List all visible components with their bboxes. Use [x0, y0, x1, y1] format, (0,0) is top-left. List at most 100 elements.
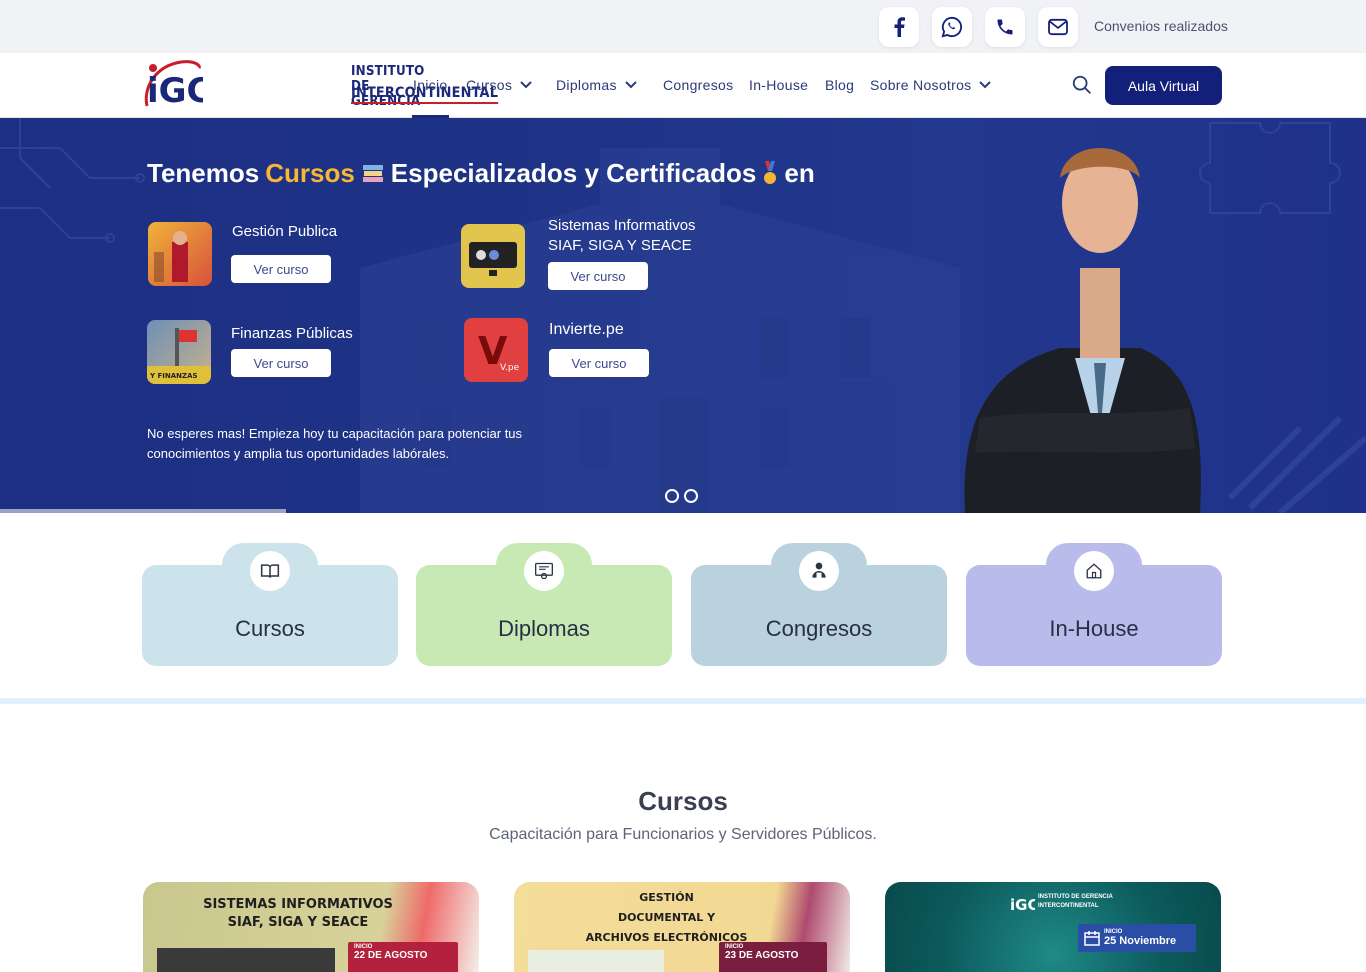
aula-virtual-button[interactable]: Aula Virtual	[1105, 66, 1222, 105]
hero-title-part2: Especializados y Certificados	[390, 158, 757, 188]
ver-curso-button[interactable]: Ver curso	[548, 262, 648, 290]
finanzas-image: Y FINANZAS	[147, 328, 211, 384]
nav-diplomas[interactable]: Diplomas	[556, 77, 637, 93]
slider-progress-bar	[0, 509, 286, 513]
start-date-badge: INICIO 23 DE AGOSTO	[719, 942, 827, 972]
section-title: Cursos	[638, 786, 728, 816]
category-label: Cursos	[235, 616, 305, 641]
card-title: GESTIÓN DOCUMENTAL Y ARCHIVOS ELECTRÓNIC…	[514, 888, 819, 948]
certificate-icon	[535, 562, 553, 580]
whatsapp-icon	[941, 16, 963, 38]
nav-label: In-House	[749, 77, 809, 93]
course-thumb-gestion[interactable]	[148, 222, 212, 286]
businessman-image	[964, 148, 1201, 513]
course-thumb-finanzas[interactable]: Y FINANZAS	[147, 320, 211, 384]
course-name-line2: SIAF, SIGA Y SEACE	[548, 237, 692, 254]
chevron-down-icon	[979, 81, 992, 89]
thumb-label: Y FINANZAS	[149, 372, 198, 380]
invierte-image: VV.pe	[478, 329, 520, 373]
ver-curso-button[interactable]: Ver curso	[231, 349, 331, 377]
start-date-badge: INICIO 25 Noviembre	[1078, 924, 1196, 952]
svg-text:iGC: iGC	[1010, 896, 1035, 914]
hero-title-part1: Tenemos	[147, 158, 260, 188]
badge-date: 25 Noviembre	[1104, 935, 1177, 947]
speaker-icon	[812, 562, 826, 580]
category-label: Congresos	[765, 616, 873, 641]
mail-link[interactable]	[1038, 7, 1078, 47]
card-title-line: GESTIÓN	[639, 891, 694, 904]
badge-date: 22 DE AGOSTO	[354, 950, 428, 961]
nav-label: Sobre Nosotros	[870, 77, 972, 93]
logo-line: INSTITUTO DE GERENCIA	[1038, 894, 1113, 900]
card-title-line: SIAF, SIGA Y SEACE	[227, 915, 369, 930]
slider-dot-1[interactable]	[665, 489, 679, 503]
course-name-line1: Sistemas Informativos	[548, 217, 696, 234]
course-card[interactable]: GESTIÓN DOCUMENTAL Y ARCHIVOS ELECTRÓNIC…	[514, 882, 850, 972]
nav-label: Congresos	[663, 77, 734, 93]
hero-title: Tenemos Cursos Especializados y Certific…	[147, 158, 815, 189]
card-image	[157, 948, 335, 972]
card-title-line: SISTEMAS INFORMATIVOS	[203, 897, 393, 912]
course-name: Gestión Publica	[232, 223, 338, 240]
whatsapp-link[interactable]	[932, 7, 972, 47]
igc-logo-mark: iGC	[144, 60, 203, 111]
card-title-line: DOCUMENTAL Y	[617, 911, 716, 924]
phone-icon	[997, 19, 1013, 35]
search-icon	[1072, 75, 1091, 94]
hero-title-part3: en	[784, 158, 815, 188]
home-icon	[1086, 563, 1102, 579]
nav-in-house[interactable]: In-House	[749, 77, 808, 93]
phone-link[interactable]	[985, 7, 1025, 47]
medal-icon	[764, 160, 777, 184]
start-date-badge: INICIO 22 DE AGOSTO	[348, 942, 458, 972]
nav-label: Diplomas	[556, 77, 617, 93]
card-image	[528, 950, 664, 972]
badge-date: 23 DE AGOSTO	[725, 950, 799, 961]
svg-text:iGC: iGC	[147, 71, 203, 111]
course-thumb-sistemas[interactable]	[461, 224, 525, 288]
category-icon-wrap	[1074, 551, 1114, 591]
nav-label: Inicio	[413, 77, 448, 93]
course-card[interactable]: iGC INSTITUTO DE GERENCIA INTERCONTINENT…	[885, 882, 1221, 972]
calendar-icon	[1084, 931, 1100, 946]
site-logo[interactable]: iGC INSTITUTO DE GERENCIA INTERCONTINENT…	[141, 58, 499, 114]
search-button[interactable]	[1071, 74, 1093, 101]
convenios-link[interactable]: Convenios realizados	[1094, 18, 1228, 34]
nav-inicio[interactable]: Inicio	[413, 77, 447, 93]
category-label: Diplomas	[498, 616, 590, 641]
hero-title-accent: Cursos	[265, 158, 355, 188]
mail-icon	[1048, 18, 1068, 36]
course-card[interactable]: SISTEMAS INFORMATIVOS SIAF, SIGA Y SEACE…	[143, 882, 479, 972]
nav-congresos[interactable]: Congresos	[663, 77, 733, 93]
slider-dot-2[interactable]	[684, 489, 698, 503]
card-logo: iGC INSTITUTO DE GERENCIA INTERCONTINENT…	[1009, 890, 1113, 914]
course-name: Invierte.pe	[549, 321, 624, 338]
thumb-label: V.pe	[500, 363, 520, 373]
category-icon-wrap	[524, 551, 564, 591]
sistemas-image	[469, 242, 517, 276]
nav-sobre-nosotros[interactable]: Sobre Nosotros	[870, 77, 992, 93]
hero-description: No esperes mas! Empieza hoy tu capacitac…	[147, 426, 523, 461]
nav-label: Blog	[825, 77, 855, 93]
section-subtitle: Capacitación para Funcionarios y Servido…	[489, 826, 877, 843]
logo-line: INTERCONTINENTAL	[1038, 903, 1099, 909]
category-icon-wrap	[799, 551, 839, 591]
book-icon	[260, 564, 280, 578]
chevron-down-icon	[625, 81, 637, 89]
facebook-link[interactable]	[879, 7, 919, 47]
ver-curso-button[interactable]: Ver curso	[231, 255, 331, 283]
category-icon-wrap	[250, 551, 290, 591]
top-bar: Convenios realizados	[0, 0, 1366, 53]
nav-cursos[interactable]: Cursos	[466, 77, 532, 93]
chevron-down-icon	[520, 81, 532, 89]
category-label: In-House	[1049, 616, 1139, 641]
ver-curso-button[interactable]: Ver curso	[549, 349, 649, 377]
books-icon	[362, 164, 383, 182]
igc-logo-mark: iGC	[1010, 896, 1035, 914]
gestion-publica-image	[154, 231, 188, 282]
section-divider	[0, 698, 1366, 704]
nav-blog[interactable]: Blog	[825, 77, 854, 93]
facebook-icon	[894, 17, 905, 37]
nav-label: Cursos	[466, 77, 513, 93]
course-thumb-invierte[interactable]: V V.pe	[464, 318, 528, 382]
